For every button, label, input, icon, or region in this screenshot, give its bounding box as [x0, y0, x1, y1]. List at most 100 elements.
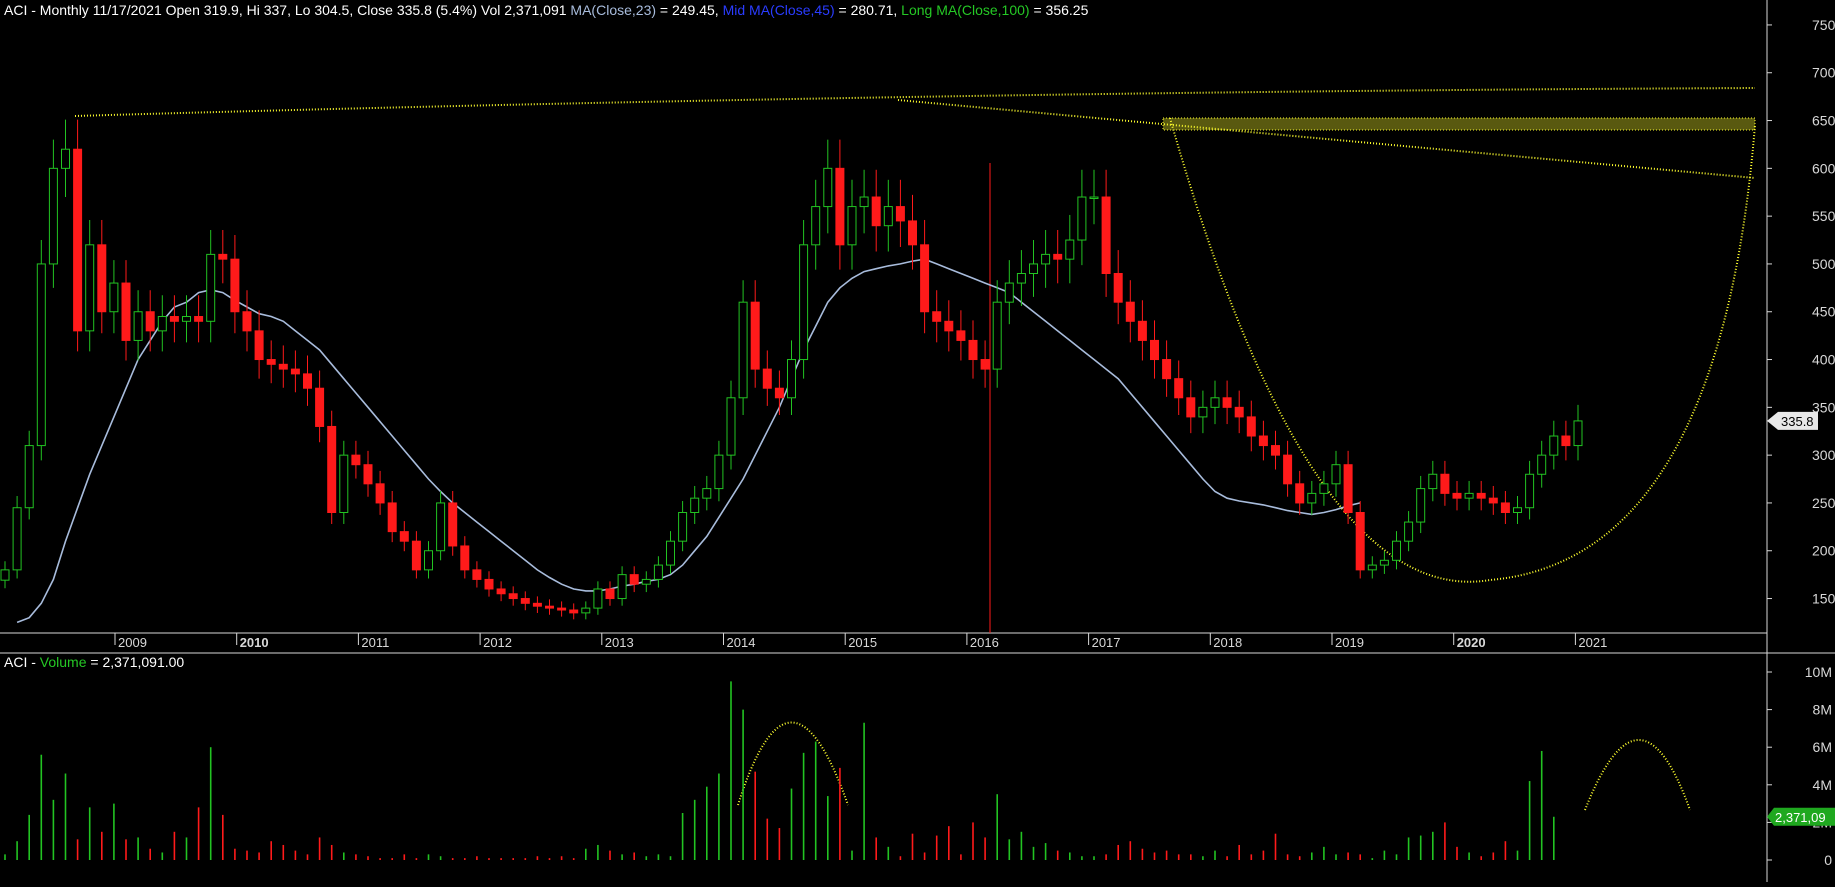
candle-body	[762, 368, 772, 389]
candle	[1113, 250, 1123, 325]
candle	[908, 194, 917, 270]
volume-header: ACI - Volume = 2,371,091.00	[4, 654, 184, 670]
candle	[472, 561, 482, 588]
candle	[605, 581, 615, 606]
candle	[920, 219, 930, 334]
candle	[1561, 420, 1571, 461]
candle	[278, 345, 288, 388]
year-tick-label: 2014	[727, 635, 756, 650]
candle	[1198, 390, 1208, 434]
candle-body	[73, 148, 83, 332]
candle	[653, 556, 663, 588]
candle	[750, 280, 760, 388]
candle-body	[399, 531, 409, 542]
candle-body	[1488, 497, 1498, 504]
candle-body	[1500, 502, 1510, 514]
candle-body	[1513, 507, 1522, 514]
year-tick-label: 2019	[1335, 635, 1364, 650]
candle	[1392, 531, 1401, 570]
ma-23-line	[16, 258, 1361, 624]
candle-body	[774, 387, 784, 399]
candle-body	[242, 311, 252, 332]
candle-body	[206, 253, 216, 322]
candle	[206, 230, 216, 343]
candle	[1004, 260, 1014, 325]
candle-body	[1186, 397, 1196, 418]
open-label: Open	[165, 2, 204, 18]
candle-body	[581, 607, 591, 614]
candle-body	[1101, 196, 1111, 275]
candle	[1500, 490, 1510, 524]
price-tick-label: 600	[1812, 160, 1835, 176]
candle	[363, 450, 373, 497]
candle-body	[750, 301, 760, 370]
candle-body	[169, 316, 179, 322]
candle	[1319, 470, 1329, 506]
candle-body	[1549, 435, 1559, 456]
volume-tick-label: 4M	[1813, 777, 1832, 793]
candle-body	[387, 502, 397, 533]
candle-body	[823, 167, 833, 208]
candle	[823, 139, 833, 234]
year-tick-label: 2015	[848, 635, 877, 650]
candle	[1246, 400, 1256, 452]
last-volume-tag: 2,371,09	[1775, 810, 1826, 825]
candle	[1343, 450, 1353, 524]
candle	[508, 586, 518, 606]
candle-body	[121, 282, 131, 341]
candle	[1404, 511, 1414, 552]
candle	[1428, 460, 1438, 502]
candle-body	[569, 609, 579, 614]
candle	[520, 591, 530, 611]
candle	[1016, 250, 1026, 307]
change-value: (5.4%)	[431, 2, 477, 18]
panel-frames	[0, 0, 1835, 882]
candle-body	[1162, 359, 1172, 380]
candle	[1077, 169, 1087, 266]
candle-body	[859, 196, 869, 208]
candle	[327, 410, 337, 524]
candle	[351, 440, 361, 479]
candle-body	[1041, 253, 1051, 265]
resistance-zone	[1162, 117, 1756, 131]
candle-body	[1295, 483, 1305, 504]
candle-body	[339, 454, 349, 514]
candle	[1041, 230, 1051, 288]
candle-body	[424, 550, 433, 571]
candle-body	[920, 244, 930, 313]
candle-body	[1428, 473, 1438, 490]
symbol-label: ACI	[4, 2, 28, 18]
candle	[980, 340, 990, 388]
candle-body	[363, 464, 373, 485]
candle-body	[327, 425, 337, 513]
candle	[194, 295, 204, 343]
candle-body	[653, 564, 663, 580]
candle-body	[1089, 196, 1099, 200]
candle	[1089, 169, 1099, 225]
candle	[399, 521, 409, 552]
candle-body	[1379, 559, 1389, 566]
candle	[1234, 390, 1244, 434]
candle	[1525, 460, 1535, 520]
candle-body	[157, 316, 167, 332]
price-tick-label: 500	[1812, 256, 1835, 272]
candle	[157, 295, 167, 352]
candle-body	[835, 167, 845, 246]
candle	[883, 179, 893, 252]
candle	[133, 290, 143, 361]
candle-body	[133, 311, 143, 341]
candle	[1476, 480, 1486, 511]
candle-body	[811, 206, 821, 246]
period-label: - Monthly 11/17/2021	[27, 2, 166, 18]
candle	[1162, 340, 1172, 397]
candle	[1174, 360, 1184, 415]
close-value: 335.8	[396, 2, 432, 18]
ma-value: = 249.45,	[656, 2, 719, 18]
candle	[1573, 404, 1583, 461]
candle	[895, 179, 905, 247]
last-price-tag: 335.8	[1781, 414, 1814, 429]
candle	[24, 430, 34, 520]
candle	[629, 566, 639, 593]
candle-body	[992, 301, 1002, 370]
candle	[1549, 420, 1559, 470]
